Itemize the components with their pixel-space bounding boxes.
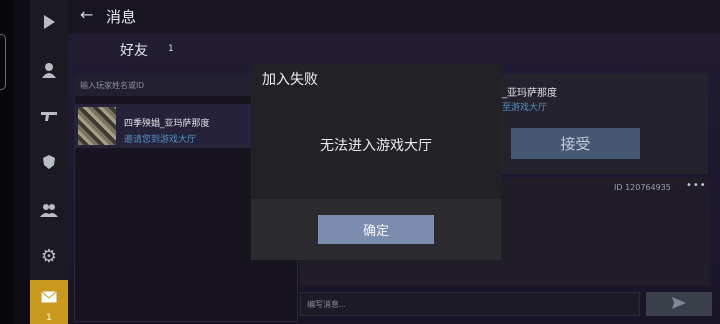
top-bar	[68, 0, 720, 34]
send-button[interactable]	[646, 292, 712, 316]
list-item-subtitle: 邀请您到游戏大厅	[124, 135, 197, 145]
screen-edge	[0, 0, 14, 324]
confirm-button[interactable]: 确定	[318, 215, 434, 244]
more-options-button[interactable]: •••	[686, 180, 707, 191]
dialog-message: 无法进入游戏大厅	[320, 138, 432, 154]
message-input[interactable]	[300, 292, 640, 316]
play-icon[interactable]	[30, 2, 68, 42]
emblem-icon[interactable]	[30, 142, 68, 182]
gear-icon[interactable]: ⚙	[30, 236, 68, 276]
dialog-title: 加入失败	[262, 72, 318, 88]
list-item-name: 四季殃娼_亚玛萨那度	[124, 119, 210, 129]
edge-handle	[0, 34, 6, 90]
side-rail: ⚙ 1	[30, 0, 68, 324]
accept-button[interactable]: 接受	[511, 128, 640, 159]
player-id-label: ID 120764935	[614, 183, 671, 192]
friends-count-badge: 1	[168, 44, 174, 54]
group-icon[interactable]	[30, 190, 68, 230]
user-icon[interactable]	[30, 50, 68, 90]
mail-icon[interactable]: 1	[30, 280, 68, 324]
mail-count-badge: 1	[46, 313, 52, 323]
back-arrow-icon[interactable]: ←	[80, 5, 93, 24]
tab-friends[interactable]: 好友	[120, 40, 148, 60]
avatar	[78, 107, 116, 145]
page-title: 消息	[106, 8, 137, 26]
send-icon	[672, 297, 686, 309]
detail-subtitle: 至游戏大厅	[502, 103, 548, 113]
gun-icon[interactable]	[30, 96, 68, 136]
detail-name: _亚玛萨那度	[502, 88, 557, 99]
